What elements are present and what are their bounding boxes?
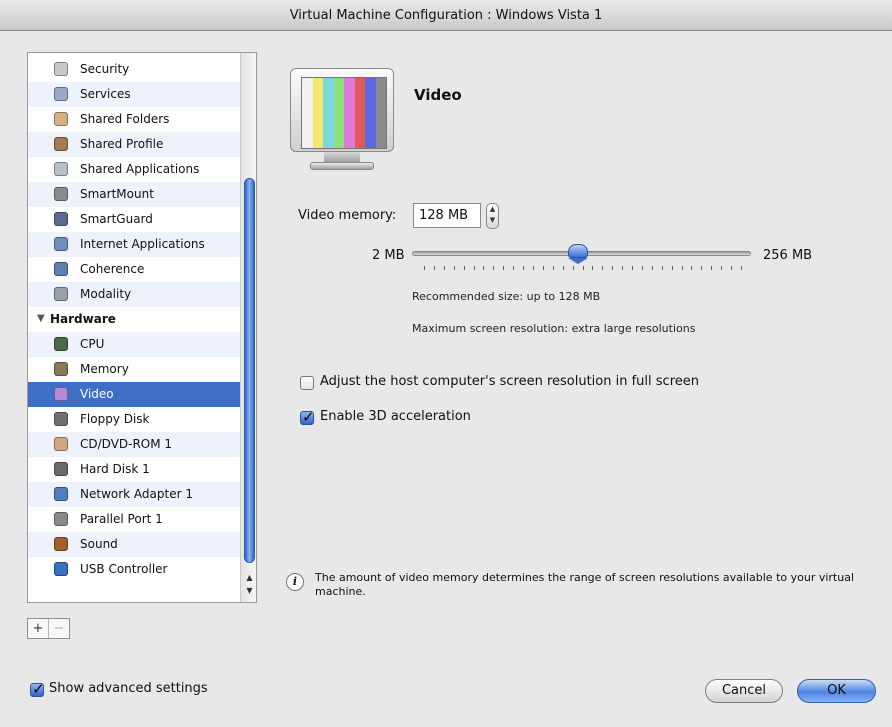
video-memory-field[interactable]: 128 MB [413,203,481,228]
video-icon [54,387,68,401]
sidebar-item-label: Video [80,387,114,401]
sidebar-group-label: Hardware [50,312,116,326]
floppy-disk-icon [54,412,68,426]
sidebar-item-label: Modality [80,287,132,301]
sidebar-item-label: Network Adapter 1 [80,487,193,501]
settings-sidebar: Security Services Shared Folders Shared Pro… [27,52,257,603]
memory-icon [54,362,68,376]
sidebar-item-parallel-port-1[interactable]: Parallel Port 1 [28,507,240,532]
sidebar-item-hard-disk-1[interactable]: Hard Disk 1 [28,457,240,482]
sidebar-item-floppy-disk[interactable]: Floppy Disk [28,407,240,432]
sidebar-item-security[interactable]: Security [28,57,240,82]
info-text: The amount of video memory determines th… [315,571,855,598]
monitor-icon [290,68,396,176]
sidebar-group-hardware[interactable]: ▼ Hardware [28,307,240,332]
sidebar-item-cd-dvd-rom-1[interactable]: CD/DVD-ROM 1 [28,432,240,457]
network-adapter-icon [54,487,68,501]
parallel-port-icon [54,512,68,526]
coherence-icon [54,262,68,276]
sidebar-item-label: SmartMount [80,187,154,201]
scrollbar-thumb[interactable] [244,178,255,563]
show-advanced-checkbox[interactable] [30,680,45,698]
max-resolution-text: Maximum screen resolution: extra large r… [412,322,696,335]
sidebar-item-label: Hard Disk 1 [80,462,150,476]
sidebar-item-label: Shared Profile [80,137,164,151]
sidebar-item-smartmount[interactable]: SmartMount [28,182,240,207]
sidebar-item-modality[interactable]: Modality [28,282,240,307]
video-memory-label: Video memory: [298,208,397,223]
cd-dvd-icon [54,437,68,451]
adjust-resolution-label[interactable]: Adjust the host computer's screen resolu… [320,374,699,389]
scroll-up-arrow-icon[interactable]: ▲ [243,573,256,582]
add-device-button[interactable]: + [28,619,48,638]
sidebar-item-label: Shared Applications [80,162,200,176]
internet-applications-icon [54,237,68,251]
add-remove-control: + − [27,618,70,639]
sidebar-item-shared-folders[interactable]: Shared Folders [28,107,240,132]
smartmount-icon [54,187,68,201]
sidebar-item-label: Parallel Port 1 [80,512,163,526]
sidebar-item-label: USB Controller [80,562,168,576]
shared-applications-icon [54,162,68,176]
sidebar-item-shared-applications[interactable]: Shared Applications [28,157,240,182]
sidebar-item-label: Shared Folders [80,112,170,126]
sidebar-item-internet-applications[interactable]: Internet Applications [28,232,240,257]
info-icon: i [286,573,304,591]
sidebar-item-label: Security [80,62,130,76]
recommended-size-text: Recommended size: up to 128 MB [412,290,601,303]
sidebar-item-usb-controller[interactable]: USB Controller [28,557,240,582]
adjust-resolution-checkbox[interactable] [300,376,314,390]
security-shield-icon [54,62,68,76]
sidebar-item-shared-profile[interactable]: Shared Profile [28,132,240,157]
modality-icon [54,287,68,301]
sidebar-item-cpu[interactable]: CPU [28,332,240,357]
sidebar-scrollbar[interactable]: ▲ ▼ [240,53,256,602]
sidebar-item-sound[interactable]: Sound [28,532,240,557]
cpu-icon [54,337,68,351]
slider-min-label: 2 MB [372,248,405,263]
sidebar-item-network-adapter-1[interactable]: Network Adapter 1 [28,482,240,507]
services-icon [54,87,68,101]
disclosure-triangle-icon[interactable]: ▼ [37,313,45,324]
sidebar-item-label: Coherence [80,262,145,276]
sidebar-item-video[interactable]: Video [28,382,240,407]
sidebar-item-label: Floppy Disk [80,412,150,426]
sidebar-item-smartguard[interactable]: SmartGuard [28,207,240,232]
video-memory-stepper[interactable]: ▲ ▼ [486,203,499,229]
remove-device-button[interactable]: − [48,619,69,638]
sidebar-item-label: Services [80,87,131,101]
ok-button[interactable]: OK [797,679,876,703]
cancel-button[interactable]: Cancel [705,679,783,703]
sound-icon [54,537,68,551]
sidebar-item-label: Memory [80,362,129,376]
sidebar-item-label: CD/DVD-ROM 1 [80,437,173,451]
sidebar-item-label: SmartGuard [80,212,153,226]
window-title: Virtual Machine Configuration : Windows … [0,0,892,31]
sidebar-item-memory[interactable]: Memory [28,357,240,382]
sidebar-item-label: Internet Applications [80,237,205,251]
hard-disk-icon [54,462,68,476]
sidebar-item-label: CPU [80,337,105,351]
enable-3d-checkbox[interactable] [300,408,315,426]
smartguard-icon [54,212,68,226]
shared-profile-icon [54,137,68,151]
show-advanced-label[interactable]: Show advanced settings [49,681,208,696]
sidebar-item-coherence[interactable]: Coherence [28,257,240,282]
enable-3d-label[interactable]: Enable 3D acceleration [320,409,471,424]
page-title: Video [414,86,462,104]
usb-controller-icon [54,562,68,576]
scroll-down-arrow-icon[interactable]: ▼ [243,586,256,595]
shared-folders-icon [54,112,68,126]
slider-max-label: 256 MB [763,248,813,263]
sidebar-item-services[interactable]: Services [28,82,240,107]
vm-configuration-window: Virtual Machine Configuration : Windows … [0,0,892,727]
sidebar-item-label: Sound [80,537,118,551]
video-memory-slider-knob[interactable] [568,244,589,264]
